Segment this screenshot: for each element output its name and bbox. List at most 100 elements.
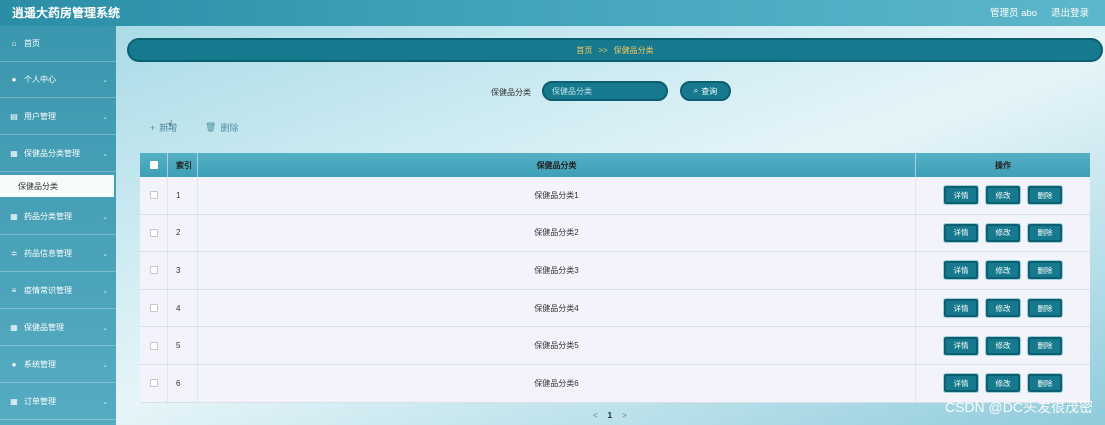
row-index: 2 bbox=[168, 214, 198, 252]
delete-button-label: 删除 bbox=[220, 123, 239, 133]
trash-icon: 🗑 bbox=[205, 122, 217, 132]
row-index: 6 bbox=[168, 364, 198, 402]
pagination: < 1 > bbox=[593, 411, 627, 420]
sidebar-item-label: 系统管理 bbox=[24, 360, 56, 369]
breadcrumb-separator: >> bbox=[598, 45, 608, 55]
detail-button[interactable]: 详情 bbox=[944, 336, 978, 355]
breadcrumb: 首页 >> 保健品分类 bbox=[127, 38, 1103, 62]
menu-icon: ≡ bbox=[11, 286, 17, 295]
search-input[interactable] bbox=[542, 81, 668, 101]
row-delete-button[interactable]: 删除 bbox=[1028, 336, 1062, 355]
row-actions: 详情 修改 删除 bbox=[916, 215, 1090, 252]
grid-icon: ▦ bbox=[10, 212, 18, 221]
detail-button[interactable]: 详情 bbox=[944, 374, 978, 393]
row-delete-button[interactable]: 删除 bbox=[1028, 261, 1062, 280]
row-check-cell bbox=[140, 214, 168, 252]
table-row: 1 保健品分类1 详情 修改 删除 bbox=[140, 177, 1090, 215]
table-body: 1 保健品分类1 详情 修改 删除 2 保健品分类2 详情 修改 删除 3 保健品分类3 详情 修改 删除 4… bbox=[140, 177, 1090, 403]
search-icon: ⌕ bbox=[693, 86, 699, 95]
row-actions: 详情 修改 删除 bbox=[916, 252, 1090, 289]
watermark: CSDN @DC头发很茂密 bbox=[945, 399, 1093, 415]
breadcrumb-current: 保健品分类 bbox=[613, 45, 654, 55]
row-name: 保健品分类1 bbox=[198, 177, 916, 214]
table-row: 2 保健品分类2 详情 修改 删除 bbox=[140, 214, 1090, 253]
row-name: 保健品分类2 bbox=[198, 214, 916, 252]
prev-page-button[interactable]: < bbox=[593, 411, 598, 420]
header-index: 索引 bbox=[168, 153, 198, 177]
chevron-down-icon: ⌄ bbox=[102, 151, 108, 158]
row-checkbox[interactable] bbox=[149, 228, 158, 237]
select-all-cell bbox=[140, 153, 168, 177]
breadcrumb-home[interactable]: 首页 bbox=[576, 45, 592, 56]
edit-button[interactable]: 修改 bbox=[986, 261, 1020, 280]
plus-icon: + bbox=[150, 122, 156, 133]
chevron-down-icon: ⌄ bbox=[102, 77, 108, 84]
edit-button[interactable]: 修改 bbox=[986, 186, 1020, 205]
row-check-cell bbox=[140, 252, 168, 289]
row-delete-button[interactable]: 删除 bbox=[1028, 223, 1062, 242]
chevron-down-icon: ⌄ bbox=[102, 288, 108, 295]
sidebar-item[interactable]: ≑ 药品信息管理 ⌄ bbox=[0, 236, 116, 272]
detail-button[interactable]: 详情 bbox=[944, 261, 978, 280]
detail-button[interactable]: 详情 bbox=[944, 223, 978, 242]
row-checkbox[interactable] bbox=[149, 191, 158, 200]
sidebar-item-label: 订单管理 bbox=[24, 397, 56, 406]
sidebar-item-label: 个人中心 bbox=[24, 75, 56, 84]
table-header: 索引 保健品分类 操作 bbox=[140, 153, 1090, 177]
sidebar-item[interactable]: ▦ 订单管理 ⌄ bbox=[0, 384, 116, 420]
row-check-cell bbox=[140, 177, 168, 214]
select-all-checkbox[interactable] bbox=[149, 161, 158, 169]
row-checkbox[interactable] bbox=[149, 379, 158, 388]
row-checkbox[interactable] bbox=[149, 304, 158, 313]
row-index: 5 bbox=[168, 327, 198, 364]
edit-button[interactable]: 修改 bbox=[986, 336, 1020, 355]
logout-link[interactable]: 退出登录 bbox=[1051, 5, 1089, 19]
search-button[interactable]: ⌕ 查询 bbox=[680, 81, 731, 101]
chevron-down-icon: ⌄ bbox=[102, 214, 108, 221]
row-name: 保健品分类3 bbox=[198, 252, 916, 289]
row-delete-button[interactable]: 删除 bbox=[1028, 186, 1062, 205]
row-check-cell bbox=[140, 364, 168, 402]
chevron-down-icon: ⌄ bbox=[102, 325, 108, 332]
chevron-down-icon: ⌄ bbox=[102, 362, 108, 369]
sidebar-item[interactable]: ● 个人中心 ⌄ bbox=[0, 62, 116, 98]
row-actions: 详情 修改 删除 bbox=[916, 327, 1090, 364]
sidebar-item-label: 保健品管理 bbox=[24, 323, 64, 332]
sidebar-subitem-active[interactable]: 保健品分类 bbox=[0, 175, 114, 197]
row-checkbox[interactable] bbox=[149, 266, 158, 275]
user-area: 管理员 abo 退出登录 bbox=[990, 5, 1089, 19]
table-row: 4 保健品分类4 详情 修改 删除 bbox=[140, 289, 1090, 328]
row-name: 保健品分类5 bbox=[198, 327, 916, 364]
mouse-pointer-icon: ☝ bbox=[166, 118, 174, 132]
detail-button[interactable]: 详情 bbox=[944, 299, 978, 318]
edit-button[interactable]: 修改 bbox=[986, 374, 1020, 393]
detail-button[interactable]: 详情 bbox=[944, 186, 978, 205]
location-icon: ● bbox=[11, 360, 17, 369]
sidebar-item[interactable]: ● 系统管理 ⌄ bbox=[0, 347, 116, 383]
sidebar-item[interactable]: ▦ 药品分类管理 ⌄ bbox=[0, 199, 116, 235]
sliders-icon: ≑ bbox=[10, 249, 18, 258]
sidebar-item-label: 首页 bbox=[24, 39, 40, 48]
top-bar: 逍遥大药房管理系统 管理员 abo 退出登录 bbox=[0, 0, 1105, 26]
sidebar: ⌂ 首页 ● 个人中心 ⌄ ▤ 用户管理 ⌄ ▦ 保健品分类管理 ⌄ ▦ 药品分类管理 ⌄ ≑ 药品信息管理 ⌄… bbox=[0, 26, 116, 425]
delete-button[interactable]: 🗑 删除 bbox=[205, 121, 238, 134]
sidebar-item-label: 药品信息管理 bbox=[24, 249, 72, 258]
sidebar-item[interactable]: ▦ 保健品分类管理 ⌄ bbox=[0, 136, 116, 172]
user-icon: ● bbox=[11, 75, 17, 84]
sidebar-item[interactable]: ≡ 疫情常识管理 ⌄ bbox=[0, 273, 116, 309]
current-user: 管理员 abo bbox=[989, 8, 1037, 19]
row-delete-button[interactable]: 删除 bbox=[1028, 299, 1062, 318]
row-actions: 详情 修改 删除 bbox=[916, 177, 1090, 214]
sidebar-item[interactable]: ▤ 用户管理 ⌄ bbox=[0, 99, 116, 135]
row-delete-button[interactable]: 删除 bbox=[1028, 374, 1062, 393]
row-checkbox[interactable] bbox=[149, 341, 158, 350]
sidebar-item[interactable]: ⌂ 首页 bbox=[0, 26, 116, 62]
page-number[interactable]: 1 bbox=[608, 411, 612, 420]
grid-icon: ▦ bbox=[10, 323, 18, 332]
row-name: 保健品分类4 bbox=[198, 289, 916, 327]
row-check-cell bbox=[140, 289, 168, 327]
edit-button[interactable]: 修改 bbox=[986, 299, 1020, 318]
sidebar-item[interactable]: ▦ 保健品管理 ⌄ bbox=[0, 310, 116, 346]
edit-button[interactable]: 修改 bbox=[986, 223, 1020, 242]
next-page-button[interactable]: > bbox=[622, 411, 627, 420]
